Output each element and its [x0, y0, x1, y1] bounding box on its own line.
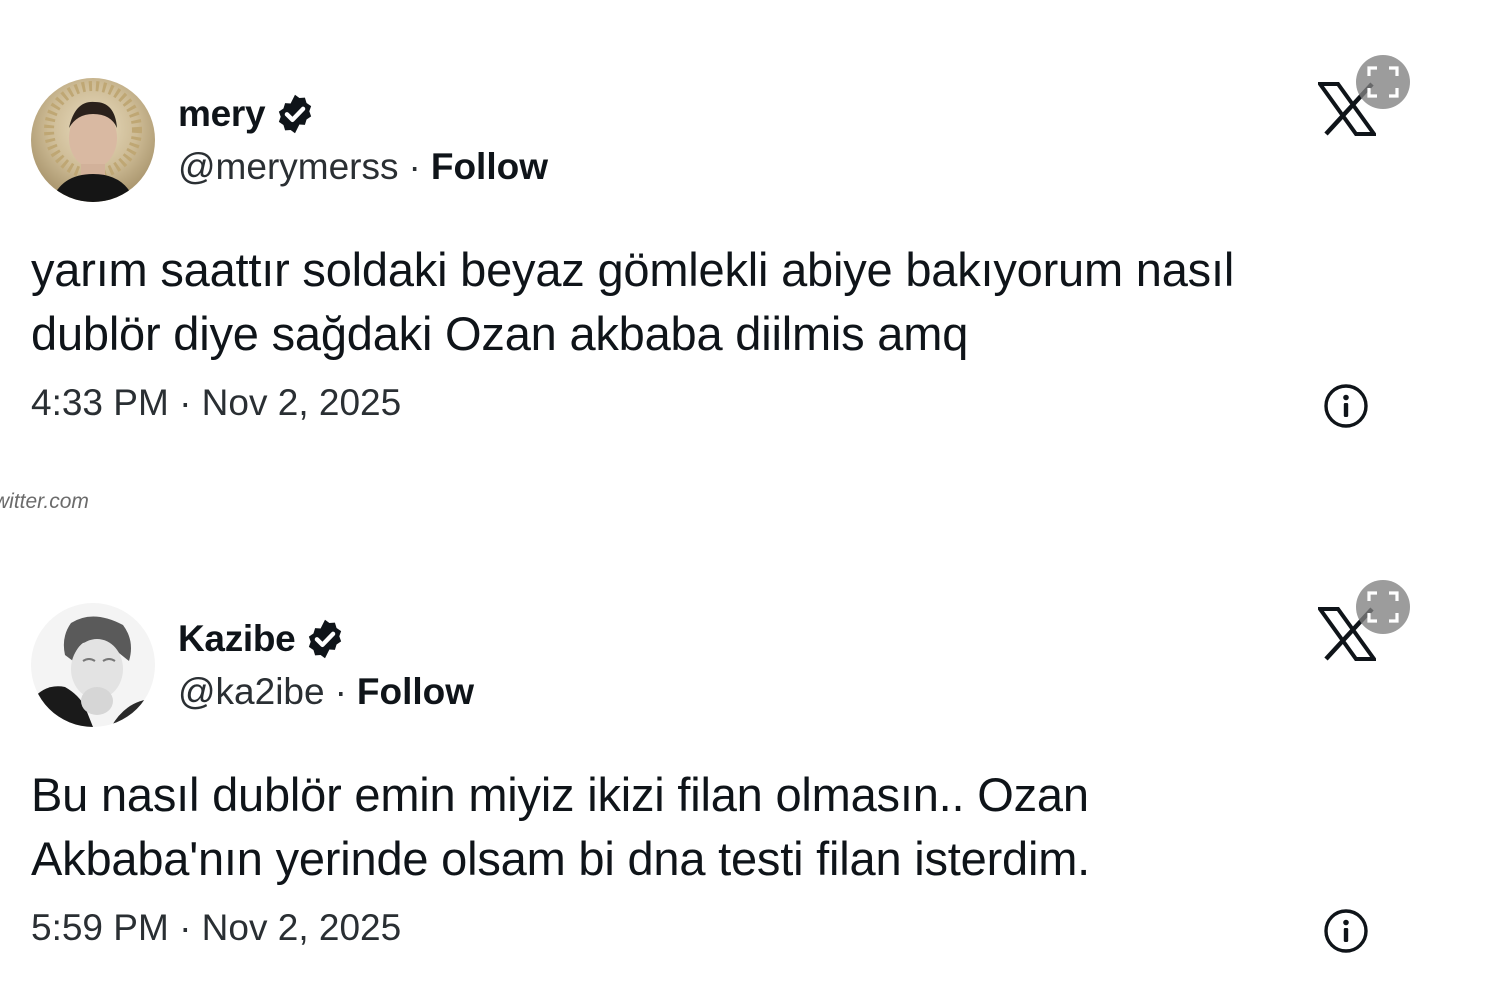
verified-badge-icon [303, 617, 347, 661]
timestamp[interactable]: 4:33 PM · Nov 2, 2025 [31, 382, 401, 424]
timestamp[interactable]: 5:59 PM · Nov 2, 2025 [31, 907, 401, 949]
separator: · [334, 671, 347, 712]
avatar[interactable] [31, 78, 155, 202]
expand-image-button[interactable] [1356, 55, 1410, 109]
author-name-row: mery [178, 92, 317, 136]
separator: · [408, 146, 421, 187]
avatar[interactable] [31, 603, 155, 727]
tweet-text: yarım saattır soldaki beyaz gömlekli abi… [31, 238, 1371, 366]
watermark-text: witter.com [0, 490, 89, 513]
follow-button[interactable]: Follow [357, 671, 474, 713]
info-icon[interactable] [1323, 908, 1369, 954]
display-name[interactable]: Kazibe [178, 618, 296, 660]
follow-button[interactable]: Follow [431, 146, 548, 188]
handle-row: @ka2ibe · Follow [178, 671, 474, 713]
info-icon[interactable] [1323, 383, 1369, 429]
display-name[interactable]: mery [178, 93, 266, 135]
expand-icon [1367, 66, 1399, 98]
verified-badge-icon [273, 92, 317, 136]
tweet-text-line: Akbaba'nın yerinde olsam bi dna testi fi… [31, 832, 1091, 885]
author-name-row: Kazibe [178, 617, 347, 661]
handle-row: @merymerss · Follow [178, 146, 548, 188]
expand-image-button[interactable] [1356, 580, 1410, 634]
tweet-text-line: yarım saattır soldaki beyaz gömlekli abi… [31, 243, 1235, 296]
expand-icon [1367, 591, 1399, 623]
tweet-text: Bu nasıl dublör emin miyiz ikizi filan o… [31, 763, 1371, 891]
tweet-text-line: Bu nasıl dublör emin miyiz ikizi filan o… [31, 768, 1089, 821]
handle[interactable]: @merymerss [178, 146, 399, 188]
handle[interactable]: @ka2ibe [178, 671, 325, 713]
tweet-card: Kazibe @ka2ibe · Follow Bu nasıl dublör … [0, 525, 1496, 953]
tweet-text-line: dublör diye sağdaki Ozan akbaba diilmis … [31, 307, 969, 360]
tweet-card: mery @merymerss · Follow yarım saattır s… [0, 0, 1496, 428]
